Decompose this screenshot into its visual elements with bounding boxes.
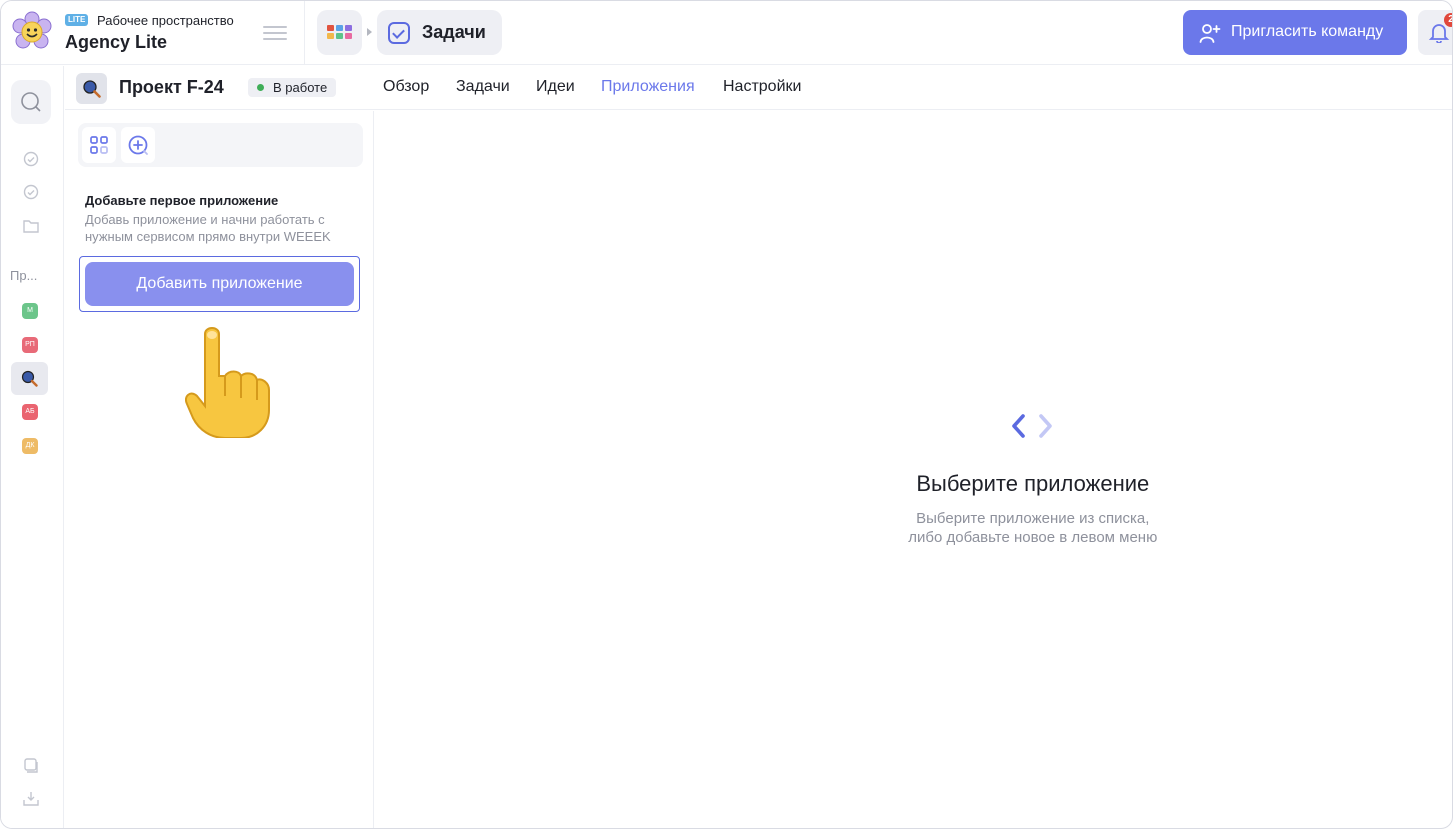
workspace-name[interactable]: Agency Lite (65, 32, 167, 53)
invite-team-label: Пригласить команду (1231, 23, 1384, 40)
tab-tasks[interactable]: Задачи (456, 78, 510, 96)
plan-badge: LITE (65, 14, 89, 26)
apps-list-button[interactable] (82, 127, 116, 163)
project-avatar[interactable] (76, 73, 107, 104)
project-rp-avatar[interactable]: РП (22, 337, 38, 353)
tab-settings[interactable]: Настройки (723, 78, 801, 96)
tab-apps[interactable]: Приложения (601, 78, 695, 96)
top-bar: LITE Рабочее пространство Agency Lite За… (1, 1, 1452, 65)
project-dk-avatar[interactable]: ДК (22, 438, 38, 454)
add-app-button[interactable]: Добавить приложение (85, 262, 354, 306)
left-rail: Пр... М РП АБ ДК (1, 66, 64, 828)
apps-side-panel: Добавьте первое приложение Добавь прилож… (65, 111, 374, 828)
notifications-button[interactable]: 2 (1418, 10, 1452, 55)
checkbox-icon (388, 22, 410, 44)
grid-icon (90, 136, 108, 154)
project-f24-rail-item[interactable] (11, 362, 48, 395)
apps-toolbar (78, 123, 363, 167)
invite-team-button[interactable]: Пригласить команду (1183, 10, 1407, 55)
archive-icon[interactable] (22, 756, 40, 774)
menu-icon[interactable] (263, 23, 287, 43)
workspace-logo-icon[interactable] (11, 11, 53, 53)
add-app-toolbar-button[interactable] (121, 127, 155, 163)
all-tasks-icon[interactable] (22, 183, 40, 201)
inbox-icon[interactable] (22, 790, 40, 808)
divider (304, 1, 305, 65)
add-user-icon (1199, 24, 1221, 43)
tab-ideas[interactable]: Идеи (536, 78, 575, 96)
notification-count-badge: 2 (1444, 13, 1452, 27)
add-app-focus-ring: Добавить приложение (79, 256, 360, 312)
main-empty-subtitle: Выберите приложение из списка, либо доба… (374, 509, 1452, 547)
magnifier-project-icon (83, 80, 101, 98)
workspace-label: Рабочее пространство (97, 13, 234, 28)
apps-empty-description: Добавь приложение и начни работать с нуж… (85, 212, 331, 244)
magnifier-project-icon (21, 370, 38, 387)
breadcrumb-current[interactable]: Задачи (377, 10, 502, 55)
breadcrumb-label: Задачи (422, 22, 486, 42)
apps-grid-icon (327, 25, 352, 40)
plus-circle-icon (128, 135, 148, 155)
search-icon (21, 92, 41, 112)
main-empty-subtitle-line1: Выберите приложение из списка, (916, 510, 1150, 527)
code-brackets-icon (1012, 414, 1052, 438)
project-m-avatar[interactable]: М (22, 303, 38, 319)
search-button[interactable] (11, 80, 51, 124)
projects-section-label: Пр... (10, 268, 38, 283)
apps-grid-button[interactable] (317, 10, 362, 55)
pointing-hand-icon (185, 327, 270, 438)
breadcrumb-arrow-icon (367, 28, 372, 36)
main-empty-title-text: Выберите приложение (916, 471, 1150, 496)
tab-overview[interactable]: Обзор (383, 78, 429, 96)
project-ab-avatar[interactable]: АБ (22, 404, 38, 420)
project-header: Проект F-24 В работе Обзор Задачи Идеи П… (65, 66, 1452, 110)
apps-empty-title: Добавьте первое приложение (85, 193, 279, 208)
main-empty-state: Выберите приложение Выберите приложение … (374, 111, 1452, 828)
project-title: Проект F-24 (119, 77, 224, 97)
app-window: LITE Рабочее пространство Agency Lite За… (0, 0, 1453, 829)
status-badge[interactable]: В работе (248, 78, 337, 97)
main-empty-subtitle-line2: либо добавьте новое в левом меню (908, 529, 1158, 546)
folder-icon[interactable] (22, 217, 40, 235)
my-tasks-icon[interactable] (22, 150, 40, 168)
main-empty-title: Выберите приложение (374, 471, 1452, 497)
